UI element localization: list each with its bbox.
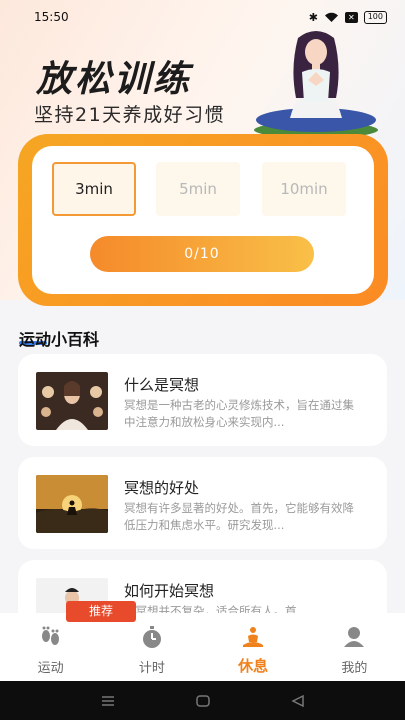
stopwatch-icon xyxy=(139,625,165,649)
tab-rest[interactable]: 休息 xyxy=(203,613,304,681)
article-card[interactable]: 冥想的好处 冥想有许多显著的好处。首先，它能够有效降低压力和焦虑水平。研究发现.… xyxy=(18,457,387,549)
status-time: 15:50 xyxy=(34,10,69,24)
article-thumbnail xyxy=(36,372,108,430)
page-title: 放松训练 xyxy=(36,59,193,100)
tab-sport[interactable]: 运动 xyxy=(0,613,101,681)
tab-label: 运动 xyxy=(37,661,64,676)
duration-option-5min[interactable]: 5min xyxy=(156,162,240,216)
wifi-icon xyxy=(325,12,339,22)
section-title: 运动小百科 xyxy=(19,330,100,349)
bottom-tab-bar: 运动 计时 休息 我的 xyxy=(0,613,405,681)
tab-label: 我的 xyxy=(341,661,368,676)
sim-icon: ✕ xyxy=(345,11,358,23)
article-description: 冥想是一种古老的心灵修炼技术，旨在通过集中注意力和放松身心来实现内... xyxy=(124,398,354,429)
tab-profile[interactable]: 我的 xyxy=(304,613,405,681)
recommended-badge: 推荐 xyxy=(66,601,136,622)
page-subtitle: 坚持21天养成好习惯 xyxy=(34,104,226,126)
article-thumbnail xyxy=(36,475,108,533)
bluetooth-icon: ✱ xyxy=(308,10,319,24)
tab-label: 计时 xyxy=(138,661,165,676)
meditation-illustration xyxy=(254,31,378,138)
article-description: 冥想有许多显著的好处。首先，它能够有效降低压力和焦虑水平。研究发现... xyxy=(124,501,354,532)
article-card[interactable]: 什么是冥想 冥想是一种古老的心灵修炼技术，旨在通过集中注意力和放松身心来实现内.… xyxy=(18,354,387,446)
duration-option-10min[interactable]: 10min xyxy=(262,162,346,216)
status-icons: ✱ ✕ 100 xyxy=(308,10,387,24)
back-icon[interactable] xyxy=(291,694,305,707)
system-navigation-bar xyxy=(0,681,405,720)
article-title: 冥想的好处 xyxy=(124,479,200,497)
meditation-icon xyxy=(240,625,266,649)
article-title: 什么是冥想 xyxy=(124,376,200,394)
tab-label: 休息 xyxy=(238,657,269,675)
timer-card: 3min 5min 10min 0/10 xyxy=(18,134,388,306)
profile-icon xyxy=(341,625,367,649)
footprints-icon xyxy=(38,625,64,649)
battery-icon: 100 xyxy=(363,10,387,24)
training-progress-button[interactable]: 0/10 xyxy=(90,236,314,272)
menu-icon[interactable] xyxy=(100,695,116,707)
home-icon[interactable] xyxy=(196,694,211,707)
article-title: 如何开始冥想 xyxy=(124,582,215,600)
timer-card-inner: 3min 5min 10min 0/10 xyxy=(32,146,374,294)
tab-timer[interactable]: 计时 xyxy=(101,613,202,681)
duration-option-3min[interactable]: 3min xyxy=(52,162,136,216)
